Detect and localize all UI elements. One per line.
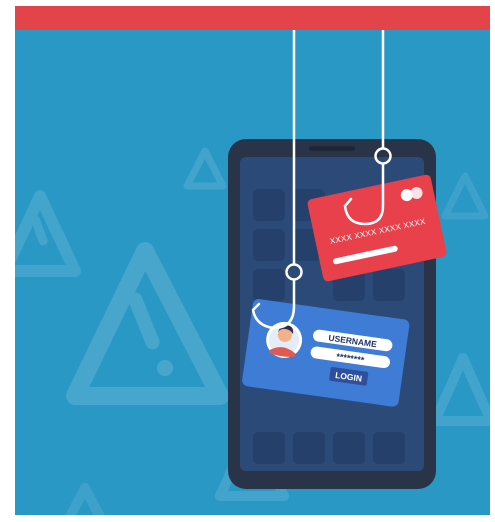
illustration-canvas: XXXX XXXX XXXX XXXX USERNAME ******** LO… (15, 30, 490, 515)
warning-triangle-icon (430, 353, 490, 426)
warning-triangle-icon (183, 147, 227, 190)
warning-triangle-icon (15, 190, 81, 277)
warning-triangle-icon (65, 483, 105, 515)
warning-triangle-icon (66, 242, 229, 405)
phishing-illustration: XXXX XXXX XXXX XXXX USERNAME ******** LO… (15, 6, 490, 515)
warning-triangle-icon (441, 172, 489, 220)
